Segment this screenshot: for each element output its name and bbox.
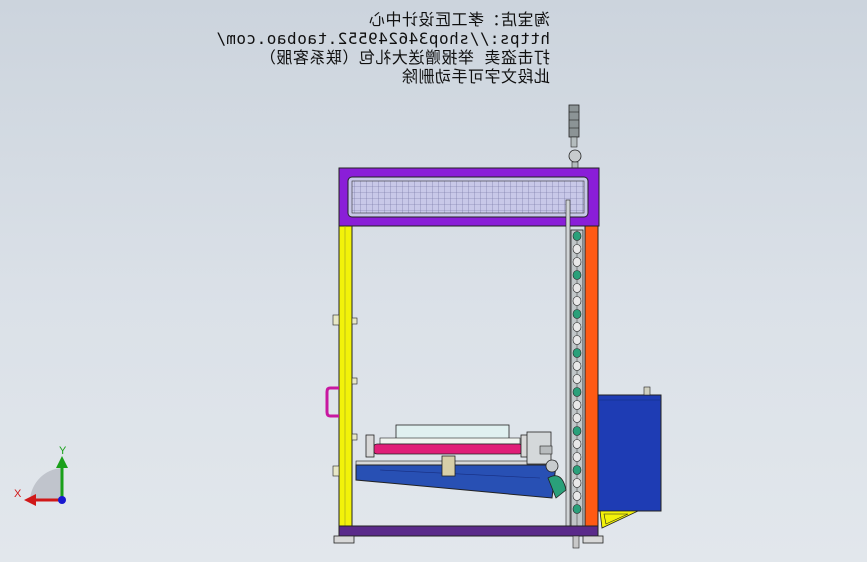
chain-link (572, 387, 582, 397)
chain-link (572, 452, 582, 462)
left-column (338, 225, 353, 527)
chain-link (572, 244, 582, 254)
chain-link (572, 374, 582, 384)
chain-link (572, 257, 582, 267)
electrical-cabinet (597, 386, 662, 512)
chain-link (572, 413, 582, 423)
chain-link (572, 283, 582, 293)
chain-link (572, 439, 582, 449)
chain-link (572, 478, 582, 488)
z-axis-dot-icon (58, 496, 66, 504)
machine-base (333, 525, 604, 549)
chain-link (572, 270, 582, 280)
chain-link (572, 361, 582, 371)
chain-link (572, 426, 582, 436)
chain-link (572, 465, 582, 475)
chain-link (572, 491, 582, 501)
y-axis-arrow-icon (56, 456, 68, 468)
cabinet-bracket (599, 510, 639, 529)
chain-link (572, 504, 582, 514)
workpiece-sheet (379, 424, 521, 445)
drag-chain (565, 199, 584, 531)
chain-link (572, 322, 582, 332)
right-column (584, 225, 599, 527)
chain-link (572, 296, 582, 306)
coordinate-triad: Y X (14, 445, 68, 506)
chain-link (572, 231, 582, 241)
cad-viewport[interactable]: Y X (0, 0, 867, 562)
chain-link (572, 348, 582, 358)
chain-link (572, 400, 582, 410)
y-axis-label: Y (59, 445, 67, 457)
chain-link (572, 309, 582, 319)
chain-link (572, 335, 582, 345)
door-handle (325, 386, 339, 418)
top-frame (338, 167, 600, 227)
signal-tower (568, 104, 582, 169)
x-axis-label: X (14, 488, 22, 500)
cutting-table (355, 455, 557, 499)
x-axis-arrow-icon (24, 494, 36, 506)
